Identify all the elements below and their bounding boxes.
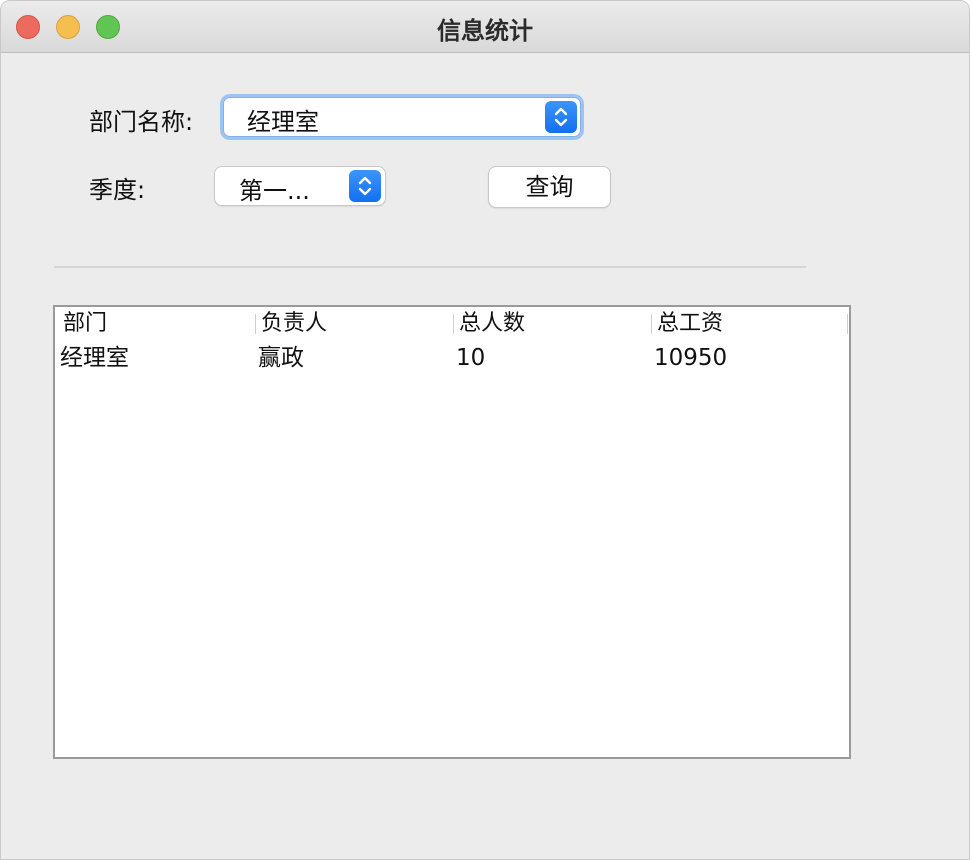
column-divider [453, 314, 454, 334]
separator [54, 266, 806, 268]
results-table[interactable]: 部门 负责人 总人数 总工资 经理室 赢政 10 10950 [53, 305, 851, 759]
column-header-department[interactable]: 部门 [63, 309, 107, 339]
quarter-label: 季度: [89, 176, 146, 204]
cell-headcount: 10 [456, 345, 486, 371]
window-title: 信息统计 [437, 17, 533, 45]
column-divider [847, 314, 848, 334]
quarter-select-value: 第一... [239, 177, 310, 205]
column-divider [255, 314, 256, 334]
department-select-stepper[interactable] [545, 101, 577, 133]
app-window: 信息统计 部门名称: 经理室 季度: 第一... 查询 部门 负责人 总人数 总… [0, 0, 970, 860]
department-select[interactable]: 经理室 [223, 97, 581, 137]
chevron-up-down-icon [358, 176, 372, 196]
cell-total-salary: 10950 [654, 345, 728, 371]
cell-department: 经理室 [60, 345, 129, 371]
column-header-total-salary[interactable]: 总工资 [657, 309, 723, 339]
quarter-select-stepper[interactable] [349, 170, 381, 202]
column-header-headcount[interactable]: 总人数 [459, 309, 525, 339]
column-divider [651, 314, 652, 334]
title-bar: 信息统计 [1, 1, 969, 53]
department-label: 部门名称: [89, 108, 194, 136]
department-select-value: 经理室 [247, 108, 319, 136]
quarter-select[interactable]: 第一... [215, 167, 385, 205]
chevron-up-down-icon [554, 107, 568, 127]
column-header-manager[interactable]: 负责人 [261, 309, 327, 339]
query-button[interactable]: 查询 [489, 167, 610, 207]
cell-manager: 赢政 [258, 345, 304, 371]
